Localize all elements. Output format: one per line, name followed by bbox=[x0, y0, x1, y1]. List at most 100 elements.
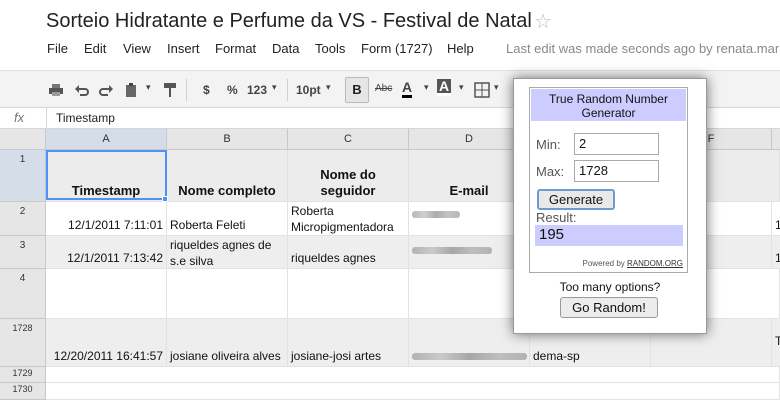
cell-a1728[interactable]: 12/20/2011 16:41:57 bbox=[46, 319, 167, 367]
print-icon[interactable] bbox=[48, 83, 64, 97]
toolbar-divider bbox=[287, 79, 288, 101]
cell-d1728[interactable] bbox=[409, 319, 530, 367]
star-icon[interactable]: ☆ bbox=[534, 9, 552, 34]
undo-icon[interactable] bbox=[74, 83, 90, 97]
menu-form[interactable]: Form (1727) bbox=[361, 41, 433, 56]
grid-corner[interactable] bbox=[0, 129, 46, 150]
row-header-1[interactable]: 1 bbox=[0, 150, 46, 202]
generate-button[interactable]: Generate bbox=[537, 189, 615, 210]
fill-handle[interactable] bbox=[162, 196, 168, 202]
bold-button[interactable]: B bbox=[345, 77, 369, 103]
cell-header-nome-seguidor[interactable]: Nome do seguidor bbox=[288, 150, 409, 202]
cell-b1728[interactable]: josiane oliveira alves bbox=[167, 319, 288, 367]
menu-help[interactable]: Help bbox=[447, 41, 474, 56]
redacted-email bbox=[412, 247, 492, 254]
cell-g2[interactable]: 1 bbox=[772, 202, 780, 236]
column-header-a[interactable]: A bbox=[46, 129, 167, 150]
cell-a2[interactable]: 12/1/2011 7:11:01 bbox=[46, 202, 167, 236]
cell-c2[interactable]: Roberta Micropigmentadora bbox=[288, 202, 409, 236]
cell-b3-text: riqueldes agnes de s.e silva bbox=[170, 238, 272, 268]
fill-color-button[interactable]: A bbox=[437, 79, 452, 96]
cell-g1728-text: T bbox=[775, 334, 780, 348]
last-edit-status[interactable]: Last edit was made seconds ago by renata… bbox=[506, 41, 779, 56]
min-input[interactable]: 2 bbox=[574, 133, 659, 155]
cell-c1728-text: josiane-josi artes bbox=[291, 349, 382, 363]
number-format-dropdown-icon[interactable]: ▾ bbox=[272, 82, 277, 93]
paint-format-icon[interactable] bbox=[162, 82, 178, 98]
cell-c1728[interactable]: josiane-josi artes bbox=[288, 319, 409, 367]
paste-icon[interactable] bbox=[124, 82, 140, 98]
max-label: Max: bbox=[536, 164, 565, 179]
borders-icon[interactable] bbox=[474, 82, 490, 98]
result-value: 195 bbox=[535, 225, 683, 246]
cell-b3[interactable]: riqueldes agnes de s.e silva bbox=[167, 236, 288, 269]
paste-dropdown-icon[interactable]: ▾ bbox=[146, 82, 151, 93]
min-label: Min: bbox=[536, 137, 561, 152]
font-size-select[interactable]: 10pt bbox=[296, 83, 321, 97]
toolbar-divider bbox=[186, 79, 187, 101]
menu-view[interactable]: View bbox=[123, 41, 151, 56]
cell-b2[interactable]: Roberta Feleti bbox=[167, 202, 288, 236]
powered-by: Powered by RANDOM.ORG bbox=[532, 259, 683, 268]
cell-d2[interactable] bbox=[409, 202, 530, 236]
row-header-1730[interactable]: 1730 bbox=[0, 383, 46, 400]
cell-b4[interactable] bbox=[167, 269, 288, 319]
powered-by-text: Powered by bbox=[582, 259, 625, 268]
cell-g2-text: 1 bbox=[775, 217, 780, 233]
text-color-button[interactable]: A bbox=[402, 79, 413, 98]
menu-file[interactable]: File bbox=[47, 41, 68, 56]
menu-format[interactable]: Format bbox=[215, 41, 256, 56]
row-1729[interactable] bbox=[46, 367, 780, 383]
result-label: Result: bbox=[536, 210, 577, 225]
row-1730[interactable] bbox=[46, 383, 780, 400]
cell-c2-text: Roberta Micropigmentadora bbox=[291, 204, 394, 234]
row-header-3[interactable]: 3 bbox=[0, 236, 46, 269]
redo-icon[interactable] bbox=[98, 83, 114, 97]
formula-divider bbox=[46, 108, 47, 129]
column-header-b[interactable]: B bbox=[167, 129, 288, 150]
document-title[interactable]: Sorteio Hidratante e Perfume da VS - Fes… bbox=[46, 10, 532, 33]
cell-e1728-text: dema-sp bbox=[533, 349, 580, 363]
strikethrough-button[interactable]: Abc bbox=[375, 83, 392, 94]
formula-input[interactable]: Timestamp bbox=[56, 111, 115, 125]
widget-title: True Random Number Generator bbox=[531, 89, 686, 121]
cell-d4[interactable] bbox=[409, 269, 530, 319]
cell-g3[interactable]: 1 bbox=[772, 236, 780, 269]
cell-c3-text: riqueldes agnes bbox=[291, 251, 376, 265]
menu-edit[interactable]: Edit bbox=[84, 41, 106, 56]
random-org-link[interactable]: RANDOM.ORG bbox=[627, 259, 683, 268]
text-color-dropdown-icon[interactable]: ▾ bbox=[424, 82, 429, 93]
cell-header-timestamp[interactable]: Timestamp bbox=[46, 150, 167, 202]
menu-bar: File Edit View Insert Format Data Tools … bbox=[0, 40, 780, 60]
fill-color-dropdown-icon[interactable]: ▾ bbox=[459, 82, 464, 93]
borders-dropdown-icon[interactable]: ▾ bbox=[494, 82, 499, 93]
cell-c3[interactable]: riqueldes agnes bbox=[288, 236, 409, 269]
cell-a4[interactable] bbox=[46, 269, 167, 319]
row-header-1729[interactable]: 1729 bbox=[0, 367, 46, 383]
currency-button[interactable]: $ bbox=[203, 83, 210, 97]
number-format-button[interactable]: 123 bbox=[247, 83, 267, 97]
max-input[interactable]: 1728 bbox=[574, 160, 659, 182]
menu-insert[interactable]: Insert bbox=[167, 41, 200, 56]
cell-g1728[interactable]: T bbox=[772, 319, 780, 367]
menu-data[interactable]: Data bbox=[272, 41, 299, 56]
fx-icon: fx bbox=[14, 110, 25, 125]
font-size-dropdown-icon[interactable]: ▾ bbox=[326, 82, 331, 93]
cell-a3[interactable]: 12/1/2011 7:13:42 bbox=[46, 236, 167, 269]
cell-header-nome-completo[interactable]: Nome completo bbox=[167, 150, 288, 202]
go-random-button[interactable]: Go Random! bbox=[560, 297, 658, 318]
redacted-email bbox=[412, 211, 460, 218]
percent-button[interactable]: % bbox=[227, 83, 238, 97]
row-header-1728[interactable]: 1728 bbox=[0, 319, 46, 367]
cell-c4[interactable] bbox=[288, 269, 409, 319]
cell-header-email[interactable]: E-mail bbox=[409, 150, 530, 202]
cell-g3-text: 1 bbox=[775, 250, 780, 266]
row-header-2[interactable]: 2 bbox=[0, 202, 46, 236]
redacted-email bbox=[412, 353, 527, 360]
column-header-g[interactable] bbox=[772, 129, 780, 150]
column-header-d[interactable]: D bbox=[409, 129, 530, 150]
row-header-4[interactable]: 4 bbox=[0, 269, 46, 319]
column-header-c[interactable]: C bbox=[288, 129, 409, 150]
cell-d3[interactable] bbox=[409, 236, 530, 269]
menu-tools[interactable]: Tools bbox=[315, 41, 345, 56]
